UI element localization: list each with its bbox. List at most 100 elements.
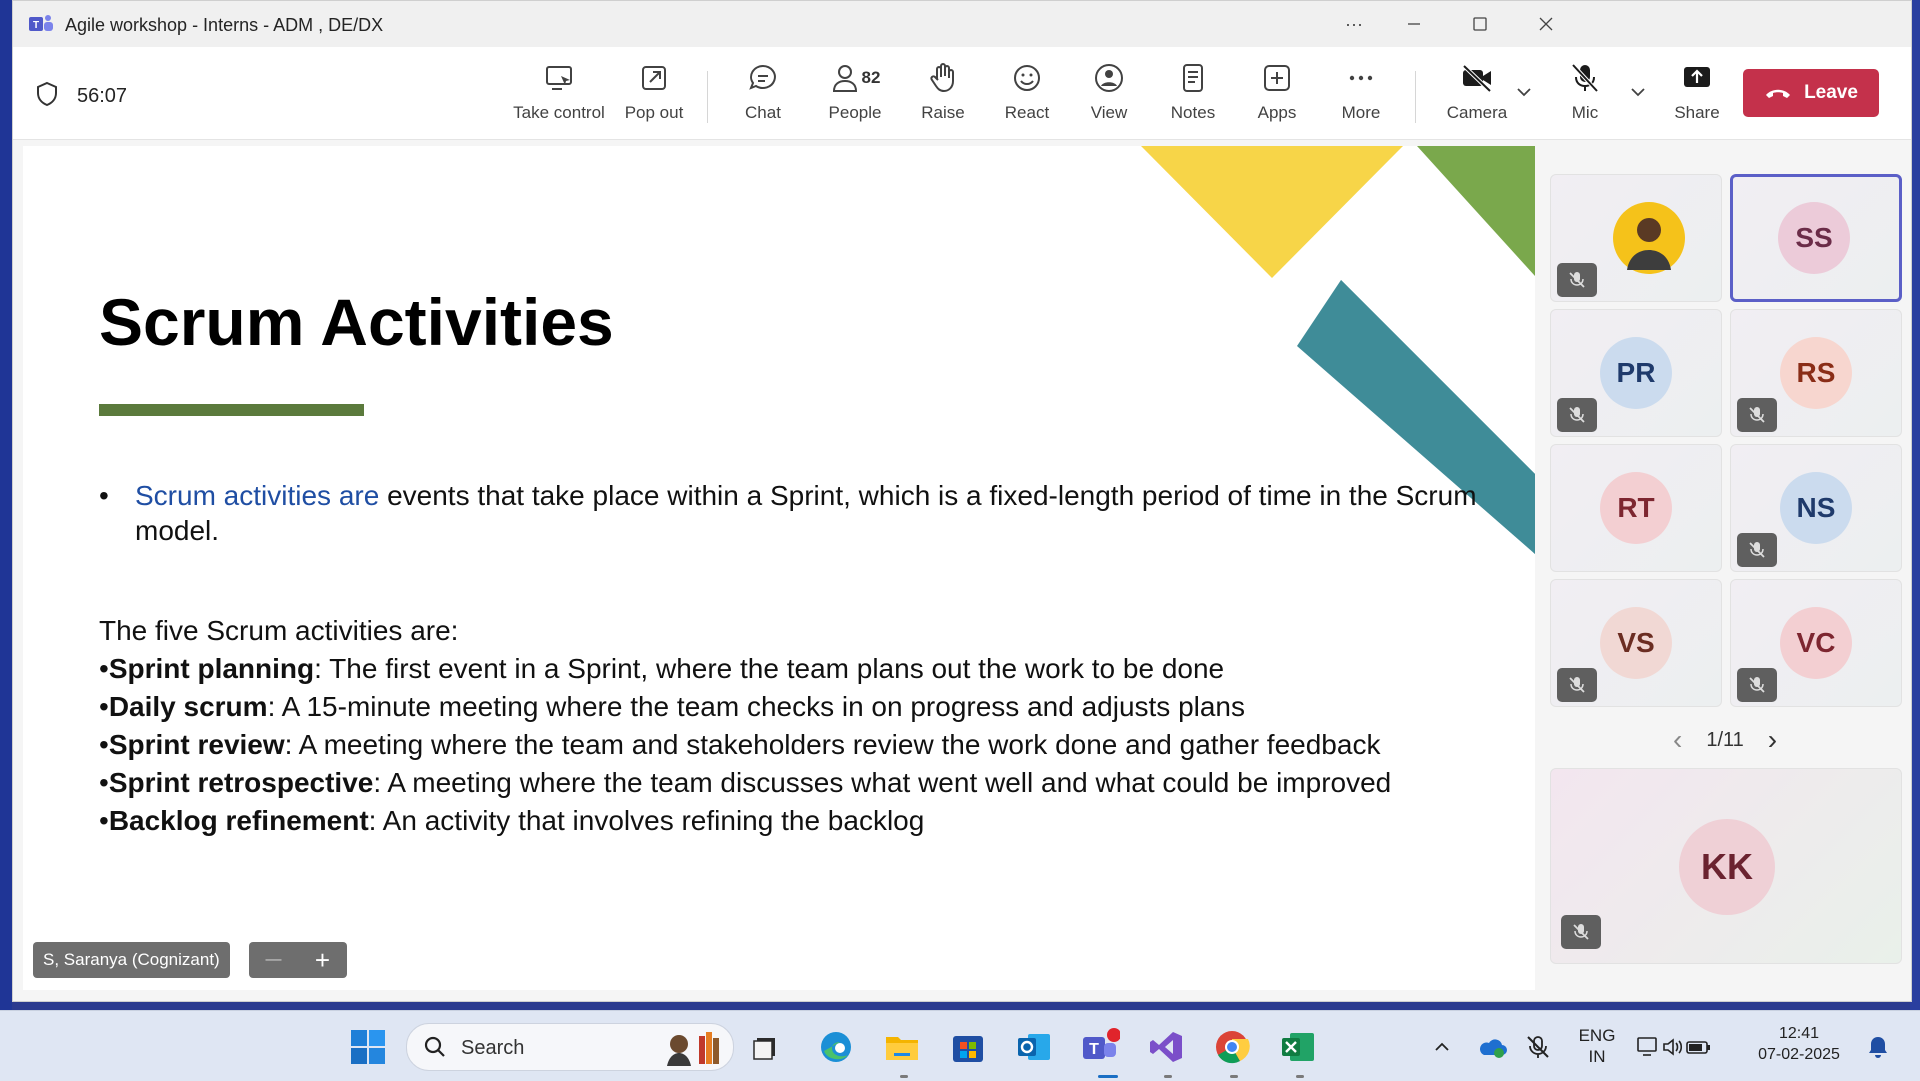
maximize-icon [1473, 17, 1487, 31]
chevron-up-icon [1435, 1042, 1449, 1051]
muted-mic-icon [1561, 915, 1601, 949]
outlook-button[interactable] [1012, 1025, 1056, 1069]
task-view-button[interactable] [744, 1025, 788, 1069]
close-window-button[interactable] [1517, 7, 1575, 41]
activity-item: •Sprint retrospective: A meeting where t… [99, 764, 1391, 802]
participant-tile[interactable]: RT [1550, 444, 1722, 572]
pop-out-button[interactable]: Pop out [616, 61, 692, 133]
activity-term: Sprint review [108, 729, 285, 760]
take-control-button[interactable]: Take control [511, 61, 607, 133]
chrome-button[interactable] [1210, 1025, 1254, 1069]
react-label: React [1004, 103, 1050, 122]
start-button[interactable] [346, 1025, 390, 1069]
maximize-button[interactable] [1451, 7, 1509, 41]
participant-tile[interactable]: VS [1550, 579, 1722, 707]
participant-avatar: RT [1600, 472, 1672, 544]
file-explorer-button[interactable] [880, 1025, 924, 1069]
camera-options-chevron-down-icon[interactable] [1515, 83, 1533, 101]
participant-tile[interactable]: PR [1550, 309, 1722, 437]
chat-button[interactable]: Chat [731, 61, 795, 133]
visual-studio-button[interactable] [1144, 1025, 1188, 1069]
apps-button[interactable]: Apps [1245, 61, 1309, 133]
people-button[interactable]: 82 People [817, 61, 893, 133]
search-icon [424, 1036, 445, 1057]
notes-button[interactable]: Notes [1161, 61, 1225, 133]
input-language-indicator[interactable]: ENG IN [1572, 1025, 1622, 1067]
slide-title: Scrum Activities [99, 285, 614, 359]
zoom-out-button[interactable]: — [249, 942, 298, 978]
participant-tile[interactable]: NS [1730, 444, 1902, 572]
participant-tile[interactable] [1550, 174, 1722, 302]
muted-mic-icon [1737, 668, 1777, 702]
region-code: IN [1588, 1047, 1606, 1066]
window-title: Agile workshop - Interns - ADM , DE/DX [65, 15, 384, 35]
mic-label: Mic [1571, 103, 1599, 122]
activity-desc: : A meeting where the team discusses wha… [373, 767, 1392, 798]
people-label: People [828, 103, 882, 122]
search-label: Search [461, 1037, 525, 1059]
zoom-in-button[interactable]: + [298, 942, 347, 978]
muted-mic-icon [1737, 533, 1777, 567]
clock-time: 12:41 [1778, 1025, 1820, 1042]
leave-button[interactable]: Leave [1743, 69, 1879, 117]
more-options-button[interactable]: ··· [1325, 7, 1383, 41]
raise-hand-button[interactable]: Raise [911, 61, 975, 133]
take-control-icon [546, 66, 572, 90]
participant-tile[interactable]: VC [1730, 579, 1902, 707]
excel-button[interactable] [1276, 1025, 1320, 1069]
participant-tile-speaking[interactable]: SS [1730, 174, 1902, 302]
teams-logo-icon: T [29, 15, 53, 31]
store-icon [953, 1036, 983, 1062]
activity-item: •Backlog refinement: An activity that in… [99, 802, 1391, 840]
bullet-dot: • [99, 729, 109, 760]
people-count: 82 [861, 68, 881, 87]
participant-avatar: PR [1600, 337, 1672, 409]
clock-date: 07-02-2025 [1758, 1046, 1840, 1063]
activity-desc: : An activity that involves refining the… [368, 805, 925, 836]
participant-pager: ‹ 1/11 › [1673, 724, 1911, 756]
hang-up-icon [1766, 89, 1791, 98]
mic-muted-tray-button[interactable] [1516, 1025, 1560, 1069]
mic-button[interactable]: Mic [1553, 61, 1617, 133]
react-button[interactable]: React [995, 61, 1059, 133]
next-page-button[interactable]: › [1768, 724, 1777, 756]
volume-icon [1663, 1038, 1683, 1056]
more-label: More [1341, 103, 1381, 122]
bullet-dot: • [99, 653, 109, 684]
previous-page-button[interactable]: ‹ [1673, 724, 1682, 756]
participant-tile[interactable]: RS [1730, 309, 1902, 437]
activity-item: •Sprint planning: The first event in a S… [99, 650, 1391, 688]
onedrive-button[interactable] [1470, 1025, 1514, 1069]
participant-avatar: VS [1600, 607, 1672, 679]
presenter-name-tag: S, Saranya (Cognizant) [33, 942, 230, 978]
windows-logo-icon [351, 1030, 385, 1064]
edge-browser-button[interactable] [814, 1025, 858, 1069]
chrome-icon [1216, 1031, 1250, 1064]
mic-options-chevron-down-icon[interactable] [1629, 83, 1647, 101]
camera-off-icon [1462, 64, 1492, 93]
windows-taskbar: Search T ENG IN 12:41 07-02-2025 [0, 1010, 1920, 1081]
microsoft-store-button[interactable] [946, 1025, 990, 1069]
quick-settings-button[interactable] [1630, 1025, 1718, 1069]
share-button[interactable]: Share [1665, 61, 1729, 133]
notifications-button[interactable] [1856, 1025, 1900, 1069]
camera-label: Camera [1446, 103, 1508, 122]
add-apps-icon [1264, 65, 1290, 91]
show-hidden-icons-button[interactable] [1420, 1025, 1464, 1069]
minimize-button[interactable] [1385, 7, 1443, 41]
camera-button[interactable]: Camera [1437, 61, 1517, 133]
view-button[interactable]: View [1077, 61, 1141, 133]
visual-studio-icon [1150, 1032, 1182, 1062]
clock[interactable]: 12:41 07-02-2025 [1748, 1023, 1850, 1065]
apps-label: Apps [1257, 103, 1297, 122]
more-button[interactable]: More [1329, 61, 1393, 133]
people-icon [832, 65, 857, 92]
mic-off-icon [1571, 63, 1599, 93]
self-view-tile[interactable]: KK [1550, 768, 1902, 964]
participant-photo [1613, 202, 1685, 274]
teams-taskbar-button[interactable]: T [1078, 1025, 1122, 1069]
svg-text:T: T [33, 20, 39, 31]
chat-icon [749, 64, 776, 90]
taskbar-search-box[interactable]: Search [406, 1023, 734, 1071]
participant-avatar: VC [1780, 607, 1852, 679]
